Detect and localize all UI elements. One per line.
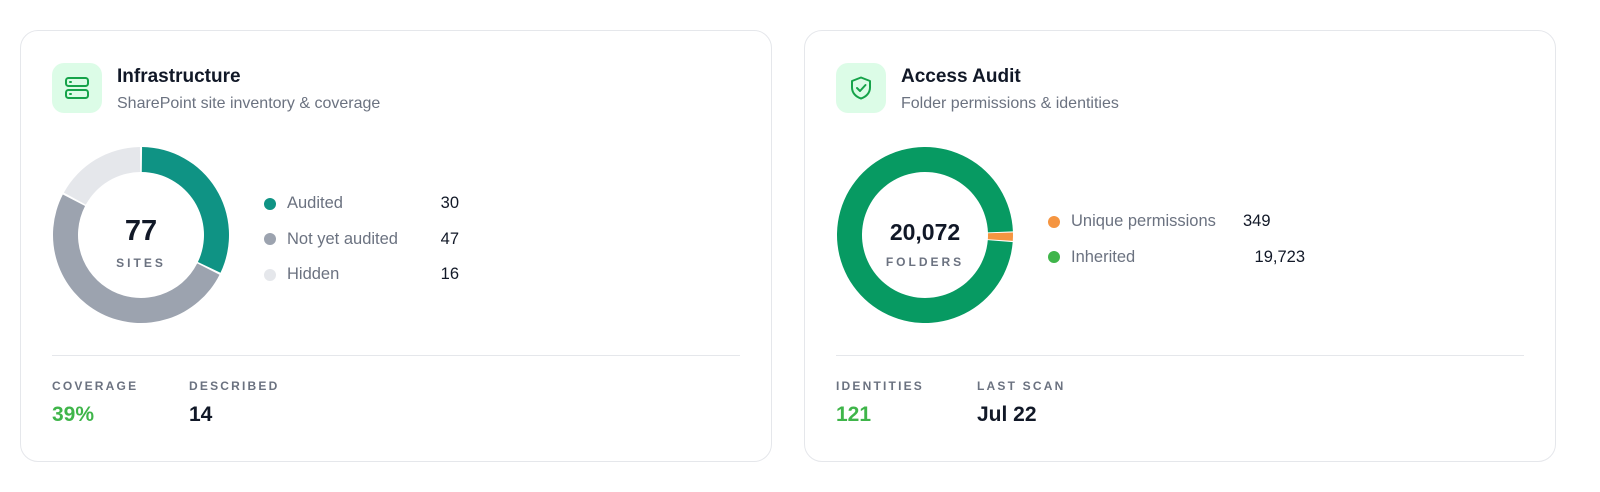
stat-label: LAST SCAN	[977, 379, 1066, 393]
legend-value: 16	[440, 265, 459, 284]
legend-item-not-yet-audited: Not yet audited 47	[264, 222, 459, 258]
legend-label: Unique permissions	[1071, 212, 1216, 231]
shield-check-icon	[836, 63, 886, 113]
stat-value: 121	[836, 403, 872, 426]
legend-label: Inherited	[1071, 247, 1136, 266]
stat-value: 14	[189, 403, 213, 426]
divider	[836, 355, 1524, 356]
legend-value: 47	[440, 229, 459, 248]
legend-item-audited: Audited 30	[264, 186, 459, 222]
legend-value: 349	[1243, 212, 1271, 231]
last-scan-stat: LAST SCAN Jul 22	[977, 379, 1065, 427]
identities-stat: IDENTITIES 121	[836, 379, 924, 427]
stat-label: DESCRIBED	[189, 379, 280, 393]
stat-value: 39%	[52, 403, 95, 426]
stat-label: IDENTITIES	[836, 379, 925, 393]
access-audit-card: Access Audit Folder permissions & identi…	[804, 30, 1556, 462]
donut-legend: Unique permissions 349 Inherited 19,723	[1048, 204, 1305, 275]
legend-item-hidden: Hidden 16	[264, 257, 459, 293]
legend-item-inherited: Inherited 19,723	[1048, 240, 1305, 276]
stat-value: Jul 22	[977, 403, 1037, 426]
donut-segment-audited	[141, 147, 230, 273]
donut-legend: Audited 30 Not yet audited 47 Hidden 16	[264, 186, 459, 293]
infrastructure-card: Infrastructure SharePoint site inventory…	[20, 30, 772, 462]
legend-label: Not yet audited	[287, 229, 398, 248]
card-subtitle: SharePoint site inventory & coverage	[117, 95, 381, 112]
folders-donut-chart: 20,072 FOLDERS	[837, 146, 1013, 323]
card-title: Infrastructure	[117, 66, 241, 87]
donut-center-label: SITES	[116, 256, 166, 270]
legend-value: 19,723	[1254, 247, 1305, 266]
donut-segment-unique-permissions	[987, 232, 1013, 241]
legend-item-unique-permissions: Unique permissions 349	[1048, 204, 1305, 240]
legend-value: 30	[440, 194, 459, 213]
legend-dot	[264, 233, 276, 246]
card-subtitle: Folder permissions & identities	[901, 95, 1119, 112]
server-stack-icon	[52, 63, 102, 113]
donut-center-value: 77	[125, 215, 157, 247]
card-title: Access Audit	[901, 66, 1021, 87]
sites-donut-chart: 77 SITES	[53, 147, 230, 323]
legend-dot	[264, 197, 276, 210]
legend-dot	[264, 268, 276, 281]
legend-label: Hidden	[287, 265, 340, 284]
donut-center-label: FOLDERS	[886, 255, 964, 269]
legend-dot	[1048, 251, 1060, 264]
coverage-stat: COVERAGE 39%	[52, 379, 138, 427]
legend-dot	[1048, 215, 1060, 228]
divider	[52, 355, 740, 356]
donut-center-value: 20,072	[890, 219, 960, 245]
stat-label: COVERAGE	[52, 379, 139, 393]
described-stat: DESCRIBED 14	[189, 379, 279, 427]
donut-segment-hidden	[63, 147, 141, 205]
legend-label: Audited	[287, 194, 343, 213]
